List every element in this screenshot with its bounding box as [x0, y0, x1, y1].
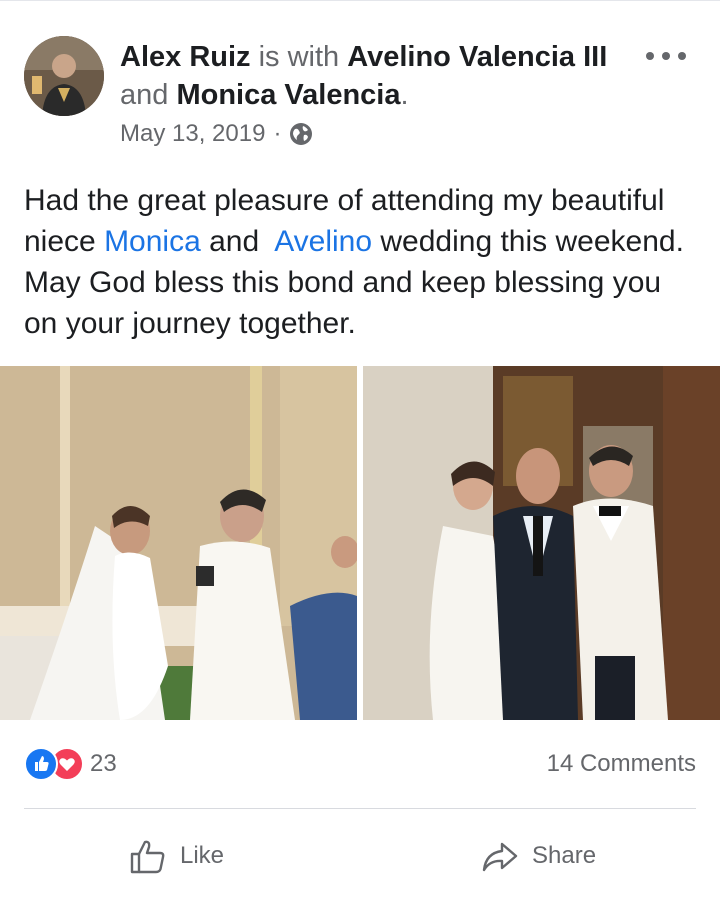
- post-card: Alex Ruiz is with Avelino Valencia III a…: [0, 0, 720, 906]
- more-options-icon[interactable]: [646, 46, 686, 66]
- share-label: Share: [532, 842, 597, 869]
- photo-grid: [0, 366, 720, 720]
- post-meta: May 13, 2019 ·: [120, 120, 313, 148]
- more-dot: [678, 52, 686, 60]
- more-dot: [646, 52, 654, 60]
- like-reaction-icon: [24, 747, 58, 781]
- share-arrow-icon: [482, 842, 518, 872]
- post-date[interactable]: May 13, 2019: [120, 120, 265, 148]
- like-label: Like: [180, 842, 225, 869]
- text-part-2: and: [200, 225, 275, 258]
- post-stats: 23 14 Comments: [24, 746, 696, 782]
- top-divider: [0, 0, 720, 1]
- more-dot: [662, 52, 670, 60]
- post-headline: Alex Ruiz is with Avelino Valencia III a…: [120, 38, 620, 114]
- share-button[interactable]: Share: [480, 828, 596, 884]
- post-header: Alex Ruiz is with Avelino Valencia III a…: [24, 36, 696, 156]
- wedding-ceremony-photo[interactable]: [0, 366, 357, 720]
- tagged-person-1[interactable]: Avelino Valencia III: [347, 41, 607, 73]
- post-text: Had the great pleasure of attending my b…: [24, 180, 696, 344]
- author-avatar[interactable]: [24, 36, 104, 116]
- author-name[interactable]: Alex Ruiz: [120, 41, 251, 73]
- and-text: and: [120, 79, 169, 111]
- reaction-icons: [24, 747, 86, 781]
- comments-count[interactable]: 14 Comments: [547, 750, 696, 778]
- mention-avelino[interactable]: Avelino: [274, 225, 372, 258]
- reaction-count: 23: [90, 750, 117, 777]
- meta-separator: ·: [273, 120, 282, 147]
- headline-period: .: [400, 79, 409, 111]
- actions-divider: [24, 808, 696, 809]
- reaction-summary[interactable]: 23: [24, 747, 117, 781]
- with-text: is with: [258, 41, 340, 73]
- like-button[interactable]: Like: [128, 828, 224, 884]
- wedding-group-photo[interactable]: [363, 366, 720, 720]
- mention-monica[interactable]: Monica: [104, 225, 201, 258]
- thumbs-up-icon: [130, 840, 165, 874]
- post-actions: Like Share: [0, 828, 720, 884]
- globe-icon[interactable]: [289, 122, 313, 146]
- tagged-person-2[interactable]: Monica Valencia: [176, 79, 400, 111]
